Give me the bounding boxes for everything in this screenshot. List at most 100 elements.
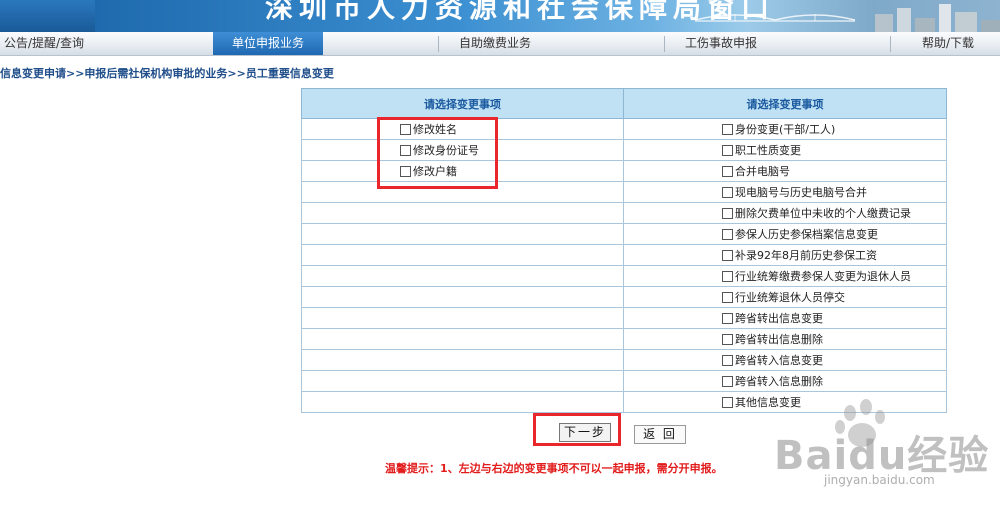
left-option[interactable]: 修改身份证号 bbox=[400, 141, 479, 160]
change-options-table: 请选择变更事项 请选择变更事项 修改姓名 身份变更(干部/工人) 修改身份证号 职工性… bbox=[301, 88, 947, 413]
left-option-cell bbox=[301, 244, 624, 266]
table-row: 其他信息变更 bbox=[301, 391, 947, 413]
right-option-cell: 行业统筹退休人员停交 bbox=[623, 286, 947, 308]
right-option[interactable]: 删除欠费单位中未收的个人缴费记录 bbox=[722, 204, 911, 223]
right-option[interactable]: 跨省转出信息删除 bbox=[722, 330, 823, 349]
checkbox[interactable] bbox=[722, 354, 733, 366]
right-option-cell: 跨省转入信息删除 bbox=[623, 370, 947, 392]
right-option[interactable]: 行业统筹退休人员停交 bbox=[722, 288, 845, 307]
option-label: 职工性质变更 bbox=[735, 144, 801, 157]
table-row: 跨省转出信息变更 bbox=[301, 307, 947, 329]
right-option-cell: 补录92年8月前历史参保工资 bbox=[623, 244, 947, 266]
table-row: 跨省转入信息变更 bbox=[301, 349, 947, 371]
banner-background: 深圳市人力资源和社会保障局窗口 bbox=[95, 0, 1000, 32]
left-option-cell bbox=[301, 223, 624, 245]
right-option[interactable]: 身份变更(干部/工人) bbox=[722, 120, 836, 139]
nav-separator bbox=[890, 36, 891, 52]
right-option-cell: 行业统筹缴费参保人变更为退休人员 bbox=[623, 265, 947, 287]
checkbox[interactable] bbox=[722, 270, 733, 282]
right-option[interactable]: 合并电脑号 bbox=[722, 162, 790, 181]
table-row: 现电脑号与历史电脑号合并 bbox=[301, 181, 947, 203]
option-label: 修改户籍 bbox=[413, 165, 457, 178]
right-option-cell: 身份变更(干部/工人) bbox=[623, 118, 947, 140]
left-option-cell: 修改户籍 bbox=[301, 160, 624, 182]
right-option-cell: 跨省转入信息变更 bbox=[623, 349, 947, 371]
option-label: 合并电脑号 bbox=[735, 165, 790, 178]
right-option[interactable]: 跨省转入信息删除 bbox=[722, 372, 823, 391]
left-option-cell bbox=[301, 328, 624, 350]
table-row: 跨省转出信息删除 bbox=[301, 328, 947, 350]
watermark: Baidu经验 jingyan.baidu.com bbox=[752, 399, 992, 505]
checkbox[interactable] bbox=[722, 396, 733, 408]
option-label: 删除欠费单位中未收的个人缴费记录 bbox=[735, 207, 911, 220]
checkbox[interactable] bbox=[722, 228, 733, 240]
nav-item-notice[interactable]: 公告/提醒/查询 bbox=[0, 32, 88, 55]
checkbox[interactable] bbox=[722, 186, 733, 198]
table-row: 参保人历史参保档案信息变更 bbox=[301, 223, 947, 245]
table-row: 行业统筹退休人员停交 bbox=[301, 286, 947, 308]
checkbox[interactable] bbox=[722, 165, 733, 177]
left-option-cell bbox=[301, 181, 624, 203]
right-option[interactable]: 行业统筹缴费参保人变更为退休人员 bbox=[722, 267, 911, 286]
main-nav: 公告/提醒/查询 单位申报业务 自助缴费业务 工伤事故申报 帮助/下载 bbox=[0, 32, 1000, 56]
left-option-cell bbox=[301, 307, 624, 329]
left-option-cell bbox=[301, 349, 624, 371]
checkbox[interactable] bbox=[722, 312, 733, 324]
nav-item-self-payment[interactable]: 自助缴费业务 bbox=[440, 32, 550, 55]
right-option-cell: 跨省转出信息变更 bbox=[623, 307, 947, 329]
table-row: 行业统筹缴费参保人变更为退休人员 bbox=[301, 265, 947, 287]
back-button[interactable]: 返 回 bbox=[634, 425, 686, 444]
left-option-cell bbox=[301, 202, 624, 224]
nav-item-help-download[interactable]: 帮助/下载 bbox=[906, 32, 990, 55]
checkbox[interactable] bbox=[722, 144, 733, 156]
checkbox[interactable] bbox=[722, 123, 733, 135]
checkbox[interactable] bbox=[722, 207, 733, 219]
left-column-header: 请选择变更事项 bbox=[301, 88, 624, 119]
nav-item-unit-declaration[interactable]: 单位申报业务 bbox=[213, 32, 323, 55]
option-label: 修改身份证号 bbox=[413, 144, 479, 157]
left-option-cell: 修改身份证号 bbox=[301, 139, 624, 161]
breadcrumb: 信息变更申请>>申报后需社保机构审批的业务>>员工重要信息变更 bbox=[0, 67, 334, 80]
option-label: 行业统筹缴费参保人变更为退休人员 bbox=[735, 270, 911, 283]
right-option[interactable]: 其他信息变更 bbox=[722, 393, 801, 412]
watermark-url: jingyan.baidu.com bbox=[824, 473, 935, 487]
right-option-cell: 其他信息变更 bbox=[623, 391, 947, 413]
nav-item-injury-report[interactable]: 工伤事故申报 bbox=[666, 32, 776, 55]
banner-logo-area bbox=[0, 0, 95, 32]
option-label: 跨省转入信息变更 bbox=[735, 354, 823, 367]
option-label: 跨省转入信息删除 bbox=[735, 375, 823, 388]
left-option[interactable]: 修改户籍 bbox=[400, 162, 457, 181]
checkbox[interactable] bbox=[722, 249, 733, 261]
checkbox[interactable] bbox=[400, 123, 411, 135]
option-label: 现电脑号与历史电脑号合并 bbox=[735, 186, 867, 199]
right-option-cell: 参保人历史参保档案信息变更 bbox=[623, 223, 947, 245]
table-row: 修改户籍 合并电脑号 bbox=[301, 160, 947, 182]
right-column-header: 请选择变更事项 bbox=[623, 88, 947, 119]
option-label: 跨省转出信息删除 bbox=[735, 333, 823, 346]
right-option[interactable]: 跨省转出信息变更 bbox=[722, 309, 823, 328]
next-step-button[interactable]: 下一步 bbox=[559, 423, 611, 442]
nav-separator bbox=[664, 36, 665, 52]
watermark-logo: Baidu经验 bbox=[774, 433, 990, 479]
right-option[interactable]: 跨省转入信息变更 bbox=[722, 351, 823, 370]
left-option-cell bbox=[301, 286, 624, 308]
checkbox[interactable] bbox=[400, 144, 411, 156]
right-option[interactable]: 现电脑号与历史电脑号合并 bbox=[722, 183, 867, 202]
table-row: 跨省转入信息删除 bbox=[301, 370, 947, 392]
checkbox[interactable] bbox=[722, 333, 733, 345]
option-label: 其他信息变更 bbox=[735, 396, 801, 409]
left-option-cell bbox=[301, 265, 624, 287]
checkbox[interactable] bbox=[722, 375, 733, 387]
table-row: 补录92年8月前历史参保工资 bbox=[301, 244, 947, 266]
table-row: 删除欠费单位中未收的个人缴费记录 bbox=[301, 202, 947, 224]
option-label: 补录92年8月前历史参保工资 bbox=[735, 249, 877, 262]
nav-separator bbox=[438, 36, 439, 52]
checkbox[interactable] bbox=[722, 291, 733, 303]
right-option[interactable]: 补录92年8月前历史参保工资 bbox=[722, 246, 877, 265]
right-option[interactable]: 职工性质变更 bbox=[722, 141, 801, 160]
right-option[interactable]: 参保人历史参保档案信息变更 bbox=[722, 225, 878, 244]
option-label: 身份变更(干部/工人) bbox=[735, 123, 836, 136]
right-option-cell: 合并电脑号 bbox=[623, 160, 947, 182]
checkbox[interactable] bbox=[400, 165, 411, 177]
left-option[interactable]: 修改姓名 bbox=[400, 120, 457, 139]
